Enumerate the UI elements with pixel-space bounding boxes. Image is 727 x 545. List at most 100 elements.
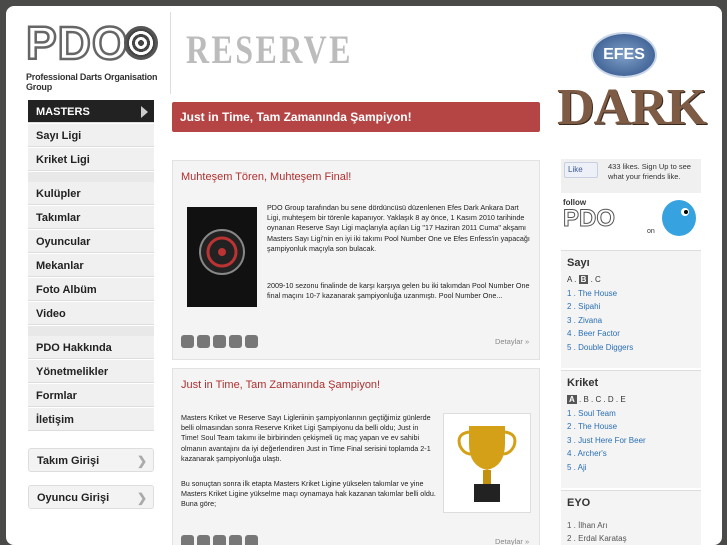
standing-item[interactable]: 3 . Just Here For Beer <box>567 434 695 447</box>
team-link[interactable]: 4 . Beer Factor <box>567 329 620 338</box>
efes-badge: EFES <box>591 32 657 78</box>
group-tab-e[interactable]: E <box>620 395 625 404</box>
standings-title: Kriket <box>567 377 599 389</box>
group-tab-c[interactable]: C <box>595 275 601 284</box>
team-link[interactable]: 1 . The House <box>567 289 617 298</box>
standing-item[interactable]: 5 . Aji <box>567 461 695 474</box>
section-title: RESERVE <box>186 27 353 72</box>
like-label: Like <box>568 165 583 174</box>
team-link[interactable]: 2 . The House <box>567 422 617 431</box>
share-icon[interactable] <box>181 335 194 348</box>
nav-item-masters[interactable]: MASTERS <box>28 100 154 123</box>
chevron-right-icon: ❯ <box>136 454 147 468</box>
nav-item-pdo-hakkinda[interactable]: PDO Hakkında <box>28 336 154 359</box>
chevron-right-icon <box>141 106 148 118</box>
nav-item-oyuncular[interactable]: Oyuncular <box>28 230 154 253</box>
nav-item-iletisim[interactable]: İletişim <box>28 408 154 431</box>
sponsor-icon <box>44 536 144 545</box>
share-icons <box>181 535 258 545</box>
pdo-logo[interactable]: PDO Professional Darts Organisation Grou… <box>25 19 166 92</box>
player-login-button[interactable]: Oyuncu Girişi ❯ <box>28 485 154 509</box>
nav-item-label: MASTERS <box>36 106 90 118</box>
eyo-standings: EYO 1 . İlhan Arı 2 . Erdal Karataş <box>561 490 701 545</box>
share-icon[interactable] <box>213 535 226 545</box>
post-image-trophy[interactable] <box>443 413 531 513</box>
twitter-bird-icon <box>662 200 696 236</box>
standing-item[interactable]: 1 . Soul Team <box>567 407 695 420</box>
post-body: Masters Kriket ve Reserve Sayı Ligleriin… <box>181 413 431 463</box>
share-icon[interactable] <box>229 535 242 545</box>
group-tab-a[interactable]: A <box>567 275 572 284</box>
banner-title: Just in Time, Tam Zamanında Şampiyon! <box>180 110 412 124</box>
team-link[interactable]: 5 . Aji <box>567 463 587 472</box>
nav-item-yonetmelikler[interactable]: Yönetmelikler <box>28 360 154 383</box>
facebook-like-box: Like 433 likes. Sign Up to see what your… <box>561 159 701 193</box>
post-body: Bu sonuçtan sonra ilk etapta Masters Kri… <box>181 479 436 509</box>
post-body: PDO Group tarafından bu sene dördüncüsü … <box>267 203 530 253</box>
dartboard-icon <box>199 229 245 275</box>
share-icon[interactable] <box>197 535 210 545</box>
details-link[interactable]: Detaylar » <box>495 537 529 545</box>
share-icon[interactable] <box>213 335 226 348</box>
standing-item[interactable]: 2 . Sipahi <box>567 300 695 313</box>
nav-item-kriket-ligi[interactable]: Kriket Ligi <box>28 148 154 171</box>
header-divider <box>170 12 171 94</box>
post-body: 2009-10 sezonu finalinde de karşı karşıy… <box>267 281 530 301</box>
standing-item[interactable]: 4 . Beer Factor <box>567 327 695 340</box>
standing-item[interactable]: 2 . Erdal Karataş <box>567 532 695 545</box>
standing-item[interactable]: 1 . The House <box>567 287 695 300</box>
group-tab-a[interactable]: A <box>567 395 577 404</box>
post-image-dartboard[interactable] <box>187 207 257 307</box>
nav-item-kulupler[interactable]: Kulüpler <box>28 182 154 205</box>
standing-item[interactable]: 3 . Zivana <box>567 314 695 327</box>
post-title[interactable]: Muhteşem Tören, Muhteşem Final! <box>173 161 539 189</box>
twitter-follow[interactable]: follow PDO on <box>563 198 703 248</box>
post-title[interactable]: Just in Time, Tam Zamanında Şampiyon! <box>173 369 539 397</box>
details-link[interactable]: Detaylar » <box>495 337 529 346</box>
standing-item[interactable]: 5 . Double Diggers <box>567 341 695 354</box>
team-link[interactable]: 1 . Soul Team <box>567 409 616 418</box>
sponsor-logo[interactable]: EFES DARK <box>551 32 707 162</box>
nav-item-foto-album[interactable]: Foto Albüm <box>28 278 154 301</box>
share-icon[interactable] <box>245 535 258 545</box>
nav-item-mekanlar[interactable]: Mekanlar <box>28 254 154 277</box>
trophy-icon <box>457 426 517 502</box>
group-selector: A . B . C <box>567 275 601 284</box>
team-link[interactable]: 4 . Archer's <box>567 449 607 458</box>
nav-item-formlar[interactable]: Formlar <box>28 384 154 407</box>
group-tab-b[interactable]: B <box>578 275 589 284</box>
team-login-label: Takım Girişi <box>37 455 100 467</box>
standings-title: Sayı <box>567 257 590 269</box>
standing-item[interactable]: 4 . Archer's <box>567 447 695 460</box>
team-link[interactable]: 3 . Just Here For Beer <box>567 436 646 445</box>
share-icon[interactable] <box>181 535 194 545</box>
group-tab-d[interactable]: D <box>608 395 614 404</box>
nav-item-takimlar[interactable]: Takımlar <box>28 206 154 229</box>
featured-banner[interactable]: Just in Time, Tam Zamanında Şampiyon! <box>172 102 540 132</box>
group-tab-c[interactable]: C <box>595 395 601 404</box>
footer-sponsor-logos <box>44 536 144 545</box>
sidebar-nav: MASTERS Sayı Ligi Kriket Ligi Kulüpler T… <box>28 100 154 432</box>
share-icon[interactable] <box>245 335 258 348</box>
team-login-button[interactable]: Takım Girişi ❯ <box>28 448 154 472</box>
nav-item-sayi-ligi[interactable]: Sayı Ligi <box>28 124 154 147</box>
share-icons <box>181 335 258 348</box>
standings-list: 1 . Soul Team 2 . The House 3 . Just Her… <box>561 407 701 474</box>
facebook-like-button[interactable]: Like <box>564 162 598 178</box>
news-post: Just in Time, Tam Zamanında Şampiyon! Ma… <box>172 368 540 545</box>
team-link[interactable]: 3 . Zivana <box>567 316 602 325</box>
group-selector: A . B . C . D . E <box>567 395 626 404</box>
standing-item[interactable]: 2 . The House <box>567 420 695 433</box>
chevron-right-icon: ❯ <box>136 491 147 505</box>
page: PDO Professional Darts Organisation Grou… <box>6 6 722 545</box>
group-tab-b[interactable]: B <box>583 395 588 404</box>
nav-item-video[interactable]: Video <box>28 302 154 325</box>
standings-list: 1 . İlhan Arı 2 . Erdal Karataş <box>561 515 701 545</box>
standing-item[interactable]: 1 . İlhan Arı <box>567 519 695 532</box>
share-icon[interactable] <box>229 335 242 348</box>
follow-suffix: on <box>647 228 655 235</box>
nav-separator <box>28 326 154 336</box>
team-link[interactable]: 2 . Sipahi <box>567 302 600 311</box>
team-link[interactable]: 5 . Double Diggers <box>567 343 633 352</box>
share-icon[interactable] <box>197 335 210 348</box>
